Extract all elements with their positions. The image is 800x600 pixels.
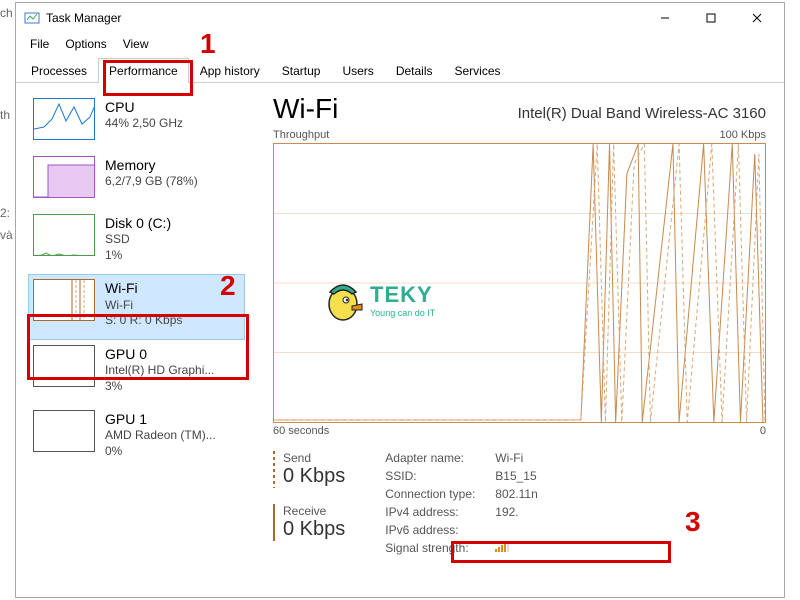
cpu-thumb	[33, 98, 95, 140]
disk-thumb	[33, 214, 95, 256]
x-right: 0	[760, 425, 766, 437]
disk-sub2: 1%	[105, 248, 171, 264]
prop-conn-k: Connection type:	[385, 487, 495, 501]
app-icon	[24, 10, 40, 26]
gpu0-thumb	[33, 345, 95, 387]
titlebar: Task Manager	[16, 3, 784, 33]
memory-title: Memory	[105, 156, 198, 174]
wifi-sub1: Wi-Fi	[105, 298, 182, 314]
cpu-title: CPU	[105, 98, 183, 116]
close-button[interactable]	[734, 3, 780, 33]
adapter-properties: Adapter name: Wi-Fi SSID: B15_15 Connect…	[385, 451, 538, 555]
prop-ssid-v: B15_15	[495, 469, 538, 483]
wifi-title: Wi-Fi	[105, 279, 182, 297]
card-gpu1[interactable]: GPU 1 AMD Radeon (TM)... 0%	[28, 405, 245, 470]
disk-sub1: SSD	[105, 232, 171, 248]
maximize-button[interactable]	[688, 3, 734, 33]
tab-details[interactable]: Details	[385, 58, 444, 83]
tab-users[interactable]: Users	[331, 58, 384, 83]
tab-startup[interactable]: Startup	[271, 58, 332, 83]
menu-file[interactable]: File	[22, 35, 57, 53]
receive-label: Receive	[283, 504, 345, 518]
gpu0-title: GPU 0	[105, 345, 214, 363]
gpu0-sub1: Intel(R) HD Graphi...	[105, 363, 214, 379]
x-left: 60 seconds	[273, 425, 329, 437]
prop-ipv6-k: IPv6 address:	[385, 523, 495, 537]
chart-max: 100 Kbps	[720, 129, 766, 141]
menu-view[interactable]: View	[115, 35, 157, 53]
stat-receive: Receive 0 Kbps	[273, 504, 345, 541]
tab-performance[interactable]: Performance	[98, 58, 189, 83]
cpu-sub: 44% 2,50 GHz	[105, 116, 183, 132]
prop-ssid-k: SSID:	[385, 469, 495, 483]
card-disk[interactable]: Disk 0 (C:) SSD 1%	[28, 209, 245, 274]
wifi-thumb	[33, 279, 95, 321]
detail-pane: Wi-Fi Intel(R) Dual Band Wireless-AC 316…	[251, 83, 784, 597]
card-gpu0[interactable]: GPU 0 Intel(R) HD Graphi... 3%	[28, 340, 245, 405]
tab-app-history[interactable]: App history	[189, 58, 271, 83]
tab-services[interactable]: Services	[444, 58, 512, 83]
prop-ipv4-v: 192.	[495, 505, 538, 519]
card-wifi[interactable]: Wi-Fi Wi-Fi S: 0 R: 0 Kbps	[28, 274, 245, 339]
memory-thumb	[33, 156, 95, 198]
gpu1-thumb	[33, 410, 95, 452]
prop-adapter-k: Adapter name:	[385, 451, 495, 465]
adapter-model: Intel(R) Dual Band Wireless-AC 3160	[518, 105, 766, 122]
prop-signal-v	[495, 541, 538, 555]
memory-sub: 6,2/7,9 GB (78%)	[105, 174, 198, 190]
throughput-chart	[273, 143, 766, 423]
tab-processes[interactable]: Processes	[20, 58, 98, 83]
prop-ipv6-v	[495, 523, 538, 537]
menu-options[interactable]: Options	[57, 35, 114, 53]
gpu1-sub1: AMD Radeon (TM)...	[105, 428, 216, 444]
tab-strip: Processes Performance App history Startu…	[16, 55, 784, 83]
prop-signal-k: Signal strength:	[385, 541, 495, 555]
task-manager-window: Task Manager File Options View Processes…	[15, 2, 785, 598]
send-label: Send	[283, 451, 345, 465]
gpu0-sub2: 3%	[105, 379, 214, 395]
signal-icon	[495, 542, 509, 552]
chart-label: Throughput	[273, 129, 329, 141]
card-cpu[interactable]: CPU 44% 2,50 GHz	[28, 93, 245, 151]
wifi-sub2: S: 0 R: 0 Kbps	[105, 313, 182, 329]
receive-value: 0 Kbps	[283, 518, 345, 541]
prop-adapter-v: Wi-Fi	[495, 451, 538, 465]
resource-name: Wi-Fi	[273, 93, 338, 125]
menubar: File Options View	[16, 33, 784, 55]
disk-title: Disk 0 (C:)	[105, 214, 171, 232]
gpu1-title: GPU 1	[105, 410, 216, 428]
window-title: Task Manager	[46, 11, 642, 25]
prop-ipv4-k: IPv4 address:	[385, 505, 495, 519]
minimize-button[interactable]	[642, 3, 688, 33]
stat-send: Send 0 Kbps	[273, 451, 345, 488]
resource-list: CPU 44% 2,50 GHz Memory 6,2/7,9 GB (78%)	[16, 83, 251, 597]
prop-conn-v: 802.11n	[495, 487, 538, 501]
gpu1-sub2: 0%	[105, 444, 216, 460]
send-value: 0 Kbps	[283, 465, 345, 488]
card-memory[interactable]: Memory 6,2/7,9 GB (78%)	[28, 151, 245, 209]
